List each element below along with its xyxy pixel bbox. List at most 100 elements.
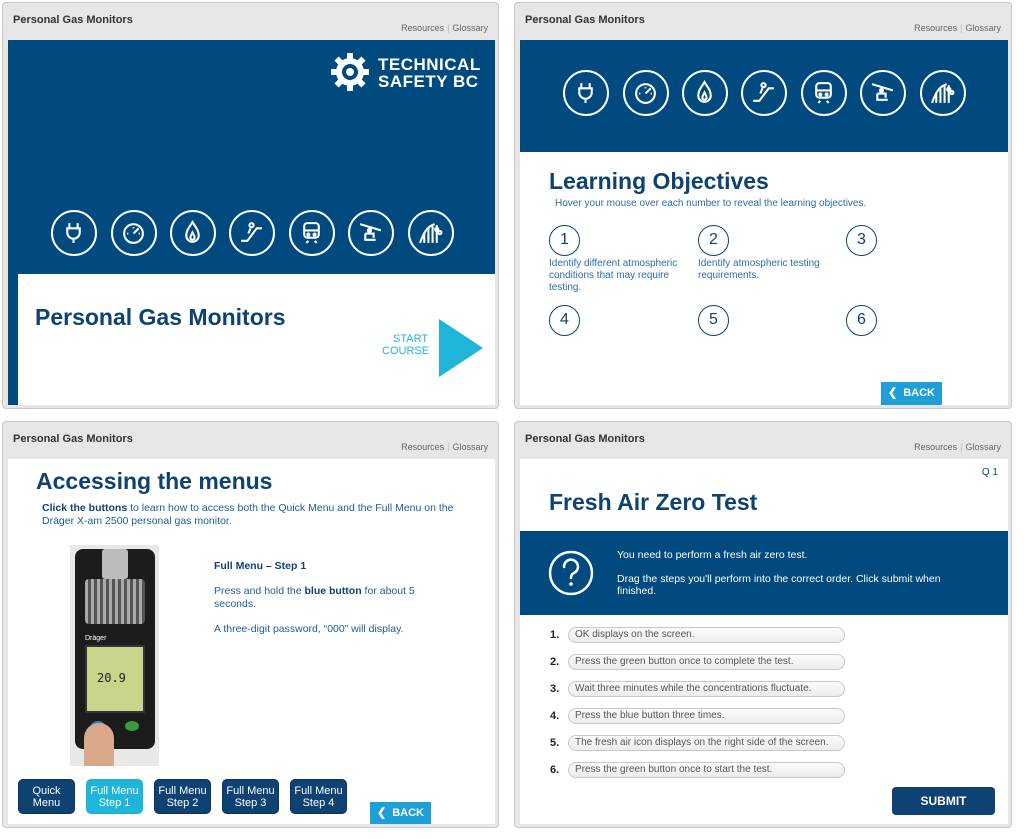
glossary-link[interactable]: Glossary (965, 442, 1001, 452)
ski-lift-icon (860, 70, 906, 116)
electrical-plug-icon (563, 70, 609, 116)
back-label: BACK (392, 807, 424, 819)
menus-heading: Accessing the menus (36, 468, 273, 494)
gear-logo-icon (331, 53, 369, 91)
icon-banner (520, 40, 1008, 152)
resources-link[interactable]: Resources (914, 23, 957, 33)
railway-icon (801, 70, 847, 116)
device-reading: 20.9 (97, 671, 126, 685)
link-separator: | (447, 23, 450, 33)
ski-lift-icon (348, 210, 394, 256)
objective-number-3[interactable]: 3 (846, 225, 877, 256)
objectives-instructions: Hover your mouse over each number to rev… (555, 198, 867, 209)
logo-text-line2: SAFETY BC (378, 72, 479, 91)
draggable-step-4[interactable]: Press the blue button three times. (568, 708, 845, 724)
objective-number-2[interactable]: 2 (698, 225, 729, 256)
submit-button[interactable]: SUBMIT (892, 787, 995, 815)
panel-header: Personal Gas Monitors Resources | Glossary (515, 422, 1011, 459)
quiz-content: Q 1 Fresh Air Zero Test You need to perf… (520, 459, 1008, 824)
start-label-line2: COURSE (382, 345, 430, 357)
prompt-line-1: You need to perform a fresh air zero tes… (617, 549, 808, 561)
escalator-icon (741, 70, 787, 116)
panel-header: Personal Gas Monitors Resources | Glossary (515, 3, 1011, 40)
gas-flame-icon (682, 70, 728, 116)
device-green-button (125, 721, 139, 731)
resources-link[interactable]: Resources (914, 442, 957, 452)
full-menu-step-3-button[interactable]: Full Menu Step 3 (222, 779, 279, 814)
device-grille (85, 579, 145, 624)
electrical-plug-icon (51, 210, 97, 256)
header-links: Resources | Glossary (914, 442, 1001, 452)
btn-line1: Full Menu (90, 785, 139, 797)
objective-text-2: Identify atmospheric testing requirement… (698, 258, 820, 281)
course-title: Personal Gas Monitors (525, 14, 645, 26)
btn-line2: Step 1 (98, 797, 131, 809)
resources-link[interactable]: Resources (401, 23, 444, 33)
panel-learning-objectives: Personal Gas Monitors Resources | Glossary (514, 2, 1012, 409)
glossary-link[interactable]: Glossary (965, 23, 1001, 33)
back-label: BACK (903, 387, 935, 399)
course-title: Personal Gas Monitors (525, 433, 645, 445)
prompt-line-2: Drag the steps you'll perform into the c… (617, 573, 941, 597)
header-links: Resources | Glossary (401, 23, 488, 33)
chevron-left-icon: ❮ (377, 807, 387, 819)
intro-bold: Click the buttons (42, 502, 128, 514)
objective-number-6[interactable]: 6 (846, 305, 877, 336)
btn-line2: Menu (32, 797, 61, 809)
step-number-6: 6. (550, 764, 560, 776)
objective-text-1: Identify different atmospheric condition… (549, 258, 678, 293)
header-links: Resources | Glossary (914, 23, 1001, 33)
btn-line1: Full Menu (294, 785, 343, 797)
railway-icon (289, 210, 335, 256)
start-label-line1: START (393, 333, 429, 345)
pressure-gauge-icon (111, 210, 157, 256)
draggable-step-3[interactable]: Wait three minutes while the concentrati… (568, 681, 845, 697)
draggable-step-2[interactable]: Press the green button once to complete … (568, 654, 845, 670)
header-links: Resources | Glossary (401, 442, 488, 452)
btn-line2: Step 4 (302, 797, 335, 809)
btn-line1: Full Menu (158, 785, 207, 797)
step-title: Full Menu – Step 1 (214, 560, 307, 572)
btn-line2: Step 2 (166, 797, 199, 809)
objectives-heading: Learning Objectives (549, 168, 769, 194)
start-course-button[interactable]: START COURSE (373, 319, 488, 379)
full-menu-step-4-button[interactable]: Full Menu Step 4 (290, 779, 347, 814)
draggable-step-1[interactable]: OK displays on the screen. (568, 627, 845, 643)
question-banner: You need to perform a fresh air zero tes… (520, 531, 1008, 615)
p1-bold: blue button (304, 585, 362, 597)
course-heading: Personal Gas Monitors (35, 304, 286, 330)
quiz-heading: Fresh Air Zero Test (549, 489, 758, 515)
draggable-step-6[interactable]: Press the green button once to start the… (568, 762, 845, 778)
course-title: Personal Gas Monitors (13, 433, 133, 445)
glossary-link[interactable]: Glossary (452, 23, 488, 33)
play-arrow-icon (439, 319, 483, 377)
escalator-icon (229, 210, 275, 256)
menus-intro: Click the buttons to learn how to access… (42, 502, 462, 528)
device-clip (102, 549, 128, 579)
panel-header: Personal Gas Monitors Resources | Glossary (3, 422, 498, 459)
back-button[interactable]: ❮ BACK (881, 382, 942, 405)
btn-line2: Step 3 (234, 797, 267, 809)
step-paragraph-2: A three-digit password, “000” will displ… (214, 623, 404, 635)
panel-header: Personal Gas Monitors Resources | Glossary (3, 3, 498, 40)
finger (84, 723, 114, 766)
step-number-2: 2. (550, 656, 560, 668)
step-number-3: 3. (550, 683, 560, 695)
question-number: Q 1 (981, 467, 998, 478)
quick-menu-button[interactable]: Quick Menu (18, 779, 75, 814)
title-banner: TECHNICAL SAFETY BC Personal Gas Monitor… (8, 40, 495, 405)
draggable-step-5[interactable]: The fresh air icon displays on the right… (568, 735, 845, 751)
resources-link[interactable]: Resources (401, 442, 444, 452)
objective-number-1[interactable]: 1 (549, 225, 580, 256)
objective-number-5[interactable]: 5 (698, 305, 729, 336)
technical-safety-bc-logo: TECHNICAL SAFETY BC (328, 50, 488, 94)
back-button[interactable]: ❮ BACK (370, 802, 431, 824)
panel-accessing-menus: Personal Gas Monitors Resources | Glossary… (2, 421, 499, 828)
full-menu-step-2-button[interactable]: Full Menu Step 2 (154, 779, 211, 814)
btn-line1: Quick (32, 785, 61, 797)
full-menu-step-1-button[interactable]: Full Menu Step 1 (86, 779, 143, 814)
objective-number-4[interactable]: 4 (549, 305, 580, 336)
course-title: Personal Gas Monitors (13, 14, 133, 26)
glossary-link[interactable]: Glossary (452, 442, 488, 452)
title-box: Personal Gas Monitors START COURSE (18, 274, 495, 405)
